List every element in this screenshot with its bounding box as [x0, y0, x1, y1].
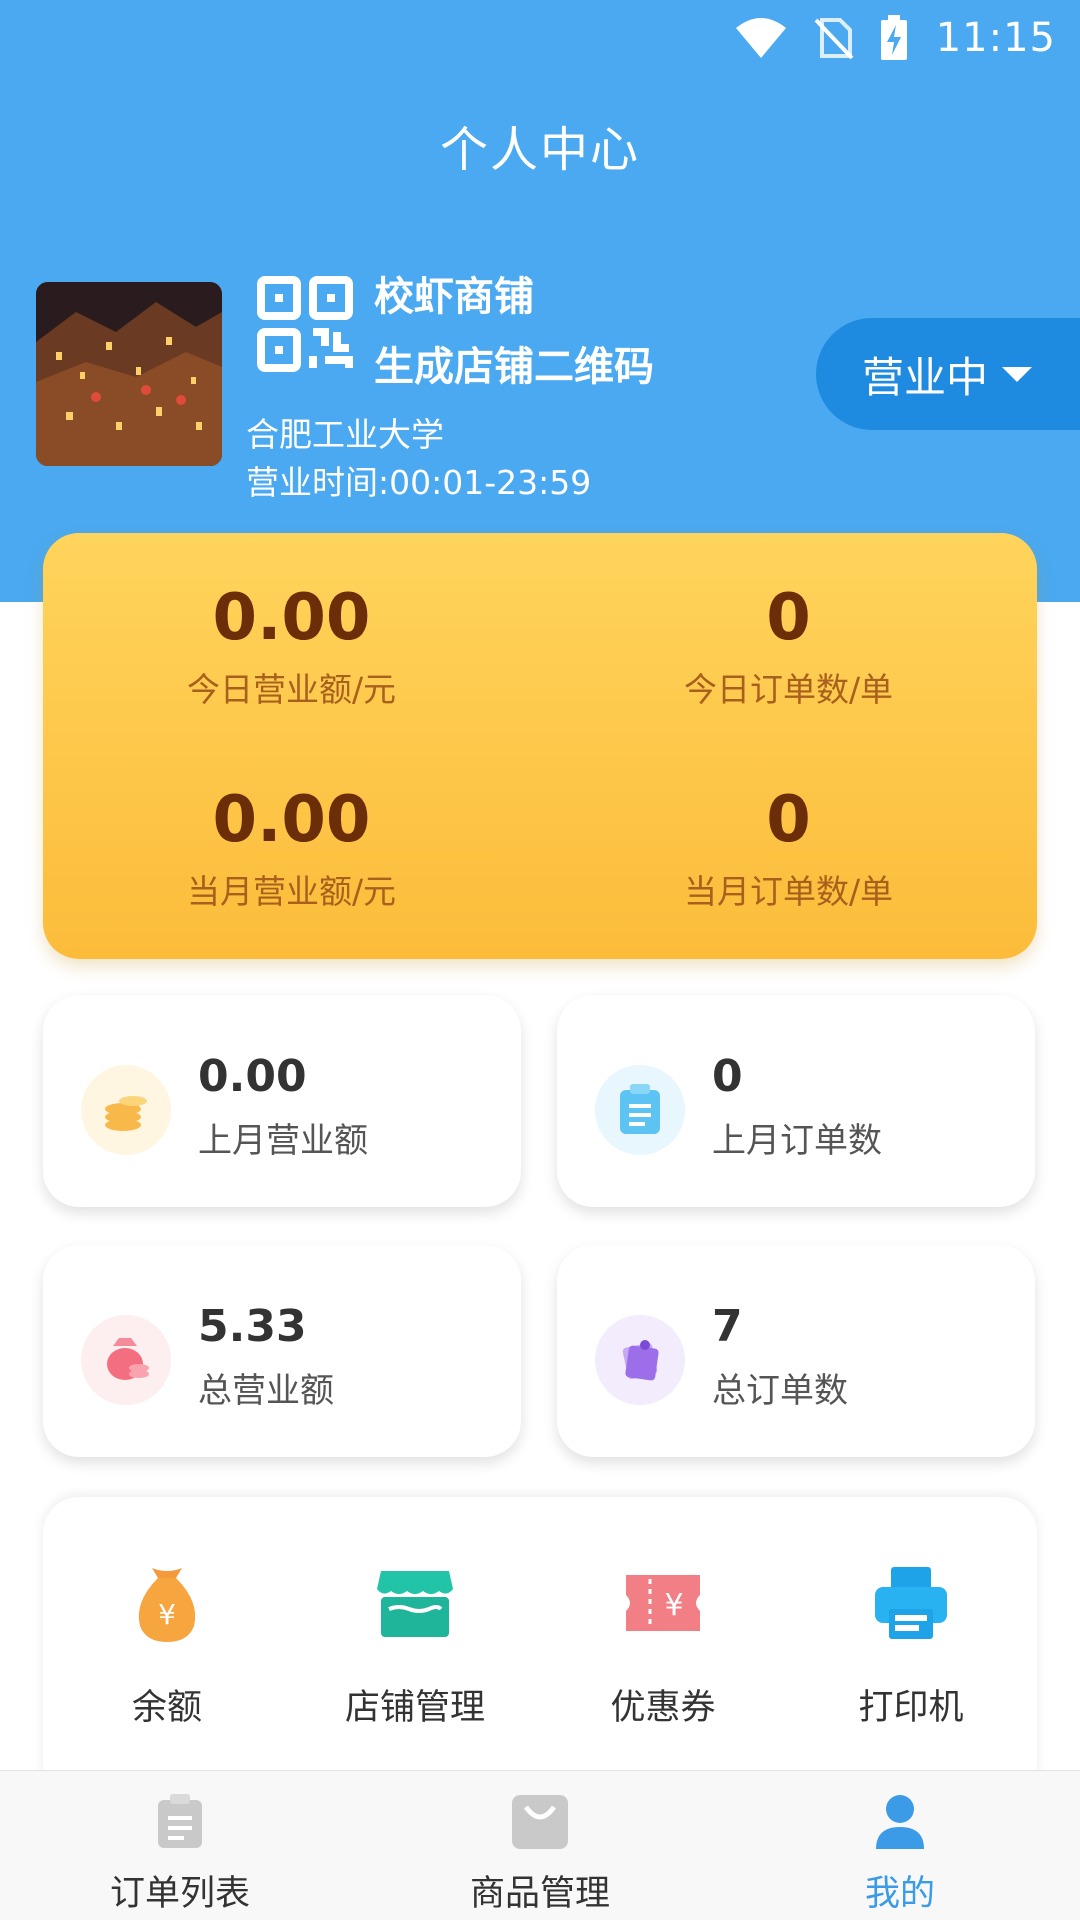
menu-item-store-management[interactable]: 店铺管理 [291, 1557, 539, 1730]
business-status-dropdown[interactable]: 营业中 [816, 318, 1080, 430]
coupon-icon: ¥ [539, 1557, 787, 1649]
menu-label: 店铺管理 [344, 1688, 485, 1728]
coins-icon [81, 1065, 171, 1155]
card-value: 0 [712, 1051, 743, 1102]
store-photo[interactable] [36, 282, 222, 466]
order-list-icon [0, 1789, 360, 1855]
notes-icon [595, 1315, 685, 1405]
menu-label: 打印机 [858, 1688, 964, 1728]
menu-label: 余额 [131, 1688, 202, 1728]
money-bag-icon: ¥ [43, 1557, 291, 1649]
tab-label: 商品管理 [469, 1874, 610, 1914]
card-value: 0.00 [198, 1051, 307, 1102]
business-status-label: 营业中 [862, 352, 989, 402]
printer-icon [787, 1557, 1035, 1649]
card-value: 5.33 [198, 1301, 307, 1352]
stat-label: 当月订单数/单 [683, 872, 894, 911]
store-hours: 营业时间:00:01-23:59 [246, 463, 592, 502]
tab-order-list[interactable]: 订单列表 [0, 1789, 360, 1916]
store-name: 校虾商铺 [374, 274, 534, 320]
page-title: 个人中心 [439, 122, 640, 178]
status-bar: 11:15 [0, 0, 1080, 76]
svg-text:¥: ¥ [664, 1588, 683, 1623]
menu-item-printer[interactable]: 打印机 [787, 1557, 1035, 1730]
stat-value: 0 [766, 783, 811, 857]
tab-mine[interactable]: 我的 [720, 1789, 1080, 1916]
money-bag-icon [81, 1315, 171, 1405]
stat-today-orders: 0 今日订单数/单 [540, 581, 1037, 711]
no-sim-icon [814, 16, 854, 60]
shopping-bag-icon [360, 1789, 720, 1855]
battery-charging-icon [880, 15, 908, 61]
wifi-icon [734, 16, 788, 60]
stat-value: 0.00 [212, 783, 371, 857]
card-value: 7 [712, 1301, 743, 1352]
stat-month-orders: 0 当月订单数/单 [540, 783, 1037, 913]
card-label: 总订单数 [712, 1371, 848, 1411]
card-label: 上月营业额 [198, 1121, 368, 1161]
stat-today-revenue: 0.00 今日营业额/元 [43, 581, 540, 711]
clipboard-icon [595, 1065, 685, 1155]
last-month-revenue-card[interactable]: 0.00 上月营业额 [43, 995, 521, 1207]
menu-item-balance[interactable]: ¥ 余额 [43, 1557, 291, 1730]
user-icon [720, 1789, 1080, 1855]
clock: 11:15 [935, 15, 1056, 61]
qr-code-icon[interactable] [255, 274, 355, 374]
stats-card: 0.00 今日营业额/元 0 今日订单数/单 0.00 当月营业额/元 0 当月… [43, 533, 1037, 959]
card-label: 上月订单数 [712, 1121, 882, 1161]
stat-label: 今日营业额/元 [186, 670, 397, 709]
store-school: 合肥工业大学 [246, 415, 444, 454]
store-icon [291, 1557, 539, 1649]
generate-qr-link[interactable]: 生成店铺二维码 [374, 334, 654, 392]
caret-down-icon [1002, 366, 1033, 382]
menu-item-coupon[interactable]: ¥ 优惠券 [539, 1557, 787, 1730]
card-label: 总营业额 [198, 1371, 334, 1411]
tab-label: 我的 [864, 1874, 935, 1914]
menu-label: 优惠券 [610, 1688, 716, 1728]
stat-value: 0 [766, 581, 811, 655]
stat-month-revenue: 0.00 当月营业额/元 [43, 783, 540, 913]
tab-product-management[interactable]: 商品管理 [360, 1789, 720, 1916]
quick-menu: ¥ 余额 店铺管理 ¥ 优惠券 打印机 [43, 1497, 1037, 1777]
total-revenue-card[interactable]: 5.33 总营业额 [43, 1245, 521, 1457]
svg-text:¥: ¥ [158, 1598, 176, 1631]
total-orders-card[interactable]: 7 总订单数 [557, 1245, 1035, 1457]
stat-label: 今日订单数/单 [683, 670, 894, 709]
last-month-orders-card[interactable]: 0 上月订单数 [557, 995, 1035, 1207]
tab-label: 订单列表 [109, 1874, 250, 1914]
stat-label: 当月营业额/元 [186, 872, 397, 911]
stat-value: 0.00 [212, 581, 371, 655]
bottom-navigation: 订单列表 商品管理 我的 [0, 1770, 1080, 1920]
